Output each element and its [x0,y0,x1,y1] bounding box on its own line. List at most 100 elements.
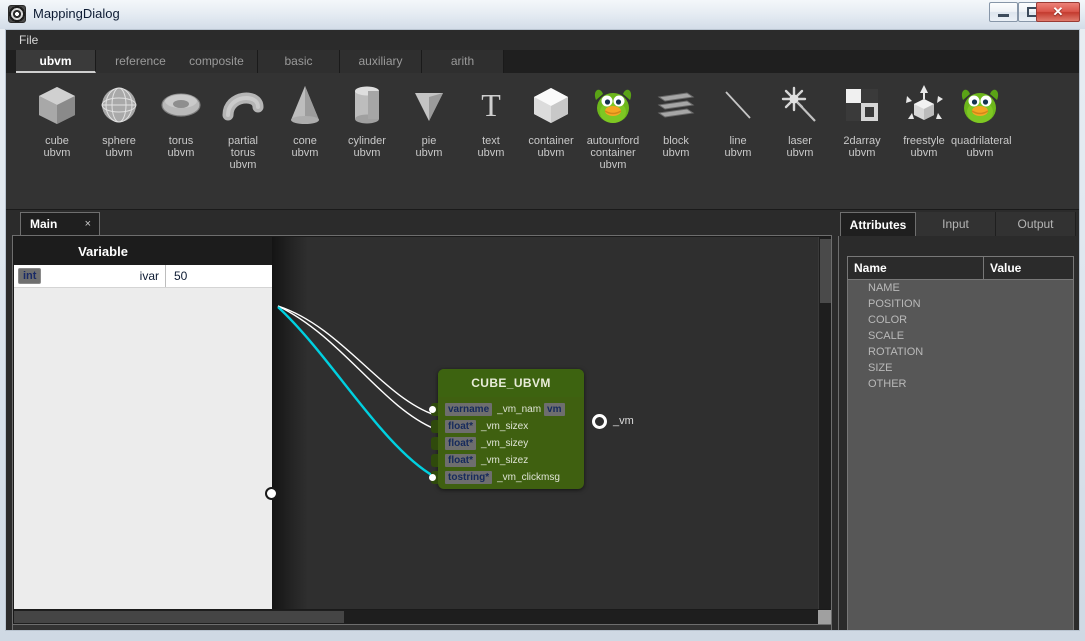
app-target-icon [8,5,26,23]
palette-item-sphere[interactable]: sphere ubvm [90,79,148,159]
attributes-body: Name Value NAME POSITION COLOR SCALE ROTATIO… [838,236,1079,630]
editor-tab-strip: Main × [12,212,832,236]
node-port-row[interactable]: float* _vm_sizey [431,436,584,451]
duck-icon [951,79,1009,131]
palette-item-label: laser ubvm [786,135,814,159]
node-port-row[interactable]: float* _vm_sizez [431,453,584,468]
app-window: MappingDialog ✕ File ubvm reference compos… [0,0,1085,641]
node-input-socket[interactable] [429,474,436,481]
canvas-vertical-scrollbar[interactable] [818,237,831,609]
category-tab-basic[interactable]: basic [258,50,340,73]
palette-item-container[interactable]: container ubvm [522,79,580,159]
node-port-type: float* [445,454,476,467]
node-title: CUBE_UBVM [438,369,584,397]
attributes-row[interactable]: SIZE [848,360,1073,376]
palette-item-label: cone ubvm [291,135,319,159]
node-port-row[interactable]: float* _vm_sizex [431,419,584,434]
category-tab-composite[interactable]: composite [176,50,258,73]
palette-item-cube[interactable]: cube ubvm [28,79,86,159]
canvas-horizontal-scrollbar-thumb[interactable] [14,611,344,623]
palette-item-block[interactable]: block ubvm [647,79,705,159]
node-palette: cube ubvm sphere ubvm torus ubvm partial to… [6,73,1079,210]
close-icon: ✕ [1052,4,1064,19]
variable-panel: Variable int ivar 50 [14,237,272,609]
palette-item-label: torus ubvm [167,135,195,159]
2darray-icon [833,79,891,131]
palette-item-label: block ubvm [662,135,690,159]
category-tab-auxiliary[interactable]: auxiliary [340,50,422,73]
node-output-socket[interactable] [592,414,607,429]
category-tab-arith[interactable]: arith [422,50,504,73]
node-port-rows: varname _vm_nam vm float* _vm_sizex float* _vm… [429,397,584,485]
attributes-column-value: Value [990,261,1022,275]
variable-value: 50 [174,269,188,283]
tab-main[interactable]: Main × [20,212,100,235]
editor-body: Variable int ivar 50 CUBE_UBVM varname _vm_… [12,235,832,625]
canvas-horizontal-scrollbar[interactable] [14,610,831,624]
palette-item-pie[interactable]: pie ubvm [400,79,458,159]
sphere-icon [90,79,148,131]
node-port-name: _vm_sizez [481,455,529,466]
node-port-name: _vm_clickmsg [497,472,560,483]
attributes-table-rows: NAME POSITION COLOR SCALE ROTATION SIZE OTHER [848,280,1073,392]
close-button[interactable]: ✕ [1036,2,1080,22]
palette-item-cone[interactable]: cone ubvm [276,79,334,159]
node-port-type: tostring* [445,471,493,484]
attributes-row-name: COLOR [868,314,908,326]
attributes-row[interactable]: COLOR [848,312,1073,328]
node-port-row[interactable]: varname _vm_nam vm [429,402,584,417]
minimize-button[interactable] [989,2,1018,22]
node-port-row[interactable]: tostring* _vm_clickmsg [429,470,584,485]
title-bar: MappingDialog ✕ [0,0,1085,29]
palette-item-line[interactable]: line ubvm [709,79,767,159]
palette-item-2darray[interactable]: 2darray ubvm [833,79,891,159]
palette-item-cylinder[interactable]: cylinder ubvm [338,79,396,159]
cone-icon [276,79,334,131]
attributes-row[interactable]: ROTATION [848,344,1073,360]
palette-item-label: quadrilateral ubvm [951,135,1012,159]
palette-item-quadrilateral[interactable]: quadrilateral ubvm [951,79,1012,159]
palette-item-autounford[interactable]: autounford container ubvm [584,79,642,171]
attributes-tab-output[interactable]: Output [996,212,1076,236]
app-content: File ubvm reference composite basic auxiliar… [5,29,1080,631]
graph-canvas[interactable]: CUBE_UBVM varname _vm_nam vm float* _vm_size… [272,237,818,609]
node-port-type: float* [445,420,476,433]
node-port-name: _vm_sizey [481,438,529,449]
tab-main-close-icon[interactable]: × [85,213,91,235]
attributes-row[interactable]: POSITION [848,296,1073,312]
variable-value-cell[interactable]: 50 [166,265,272,287]
variable-type-cell[interactable]: int ivar [14,265,166,287]
attributes-row[interactable]: OTHER [848,376,1073,392]
palette-item-laser[interactable]: laser ubvm [771,79,829,159]
attributes-table: Name Value NAME POSITION COLOR SCALE ROTATIO… [847,256,1074,630]
palette-item-text[interactable]: Ttext ubvm [462,79,520,159]
node-cube-ubvm[interactable]: CUBE_UBVM varname _vm_nam vm float* _vm_size… [429,369,634,489]
palette-item-label: cube ubvm [43,135,71,159]
variable-output-socket[interactable] [265,487,278,500]
variable-header-label: Variable [78,243,128,259]
node-port-nub [431,437,438,450]
attributes-row[interactable]: SCALE [848,328,1073,344]
node-input-socket[interactable] [429,406,436,413]
attributes-column-name: Name [848,257,984,279]
apply-bar: Apply [12,625,832,630]
category-tab-reference[interactable]: reference [96,50,186,73]
editor-area: Main × Variable int ivar 50 CUBE_UBVM va… [12,212,832,625]
palette-item-freestyle[interactable]: freestyle ubvm [895,79,953,159]
laser-icon [771,79,829,131]
menu-item-file[interactable]: File [14,30,43,50]
attributes-table-head: Name Value [848,257,1073,280]
attributes-tab-attributes[interactable]: Attributes [840,212,916,236]
palette-item-torus[interactable]: torus ubvm [152,79,210,159]
category-tab-ubvm[interactable]: ubvm [16,50,96,73]
node-port-type: float* [445,437,476,450]
palette-item-partial[interactable]: partial torus ubvm [214,79,272,171]
palette-item-label: container ubvm [528,135,574,159]
attributes-tab-input[interactable]: Input [916,212,996,236]
palette-item-label: 2darray ubvm [843,135,881,159]
variable-row[interactable]: int ivar 50 [14,265,272,288]
attributes-row[interactable]: NAME [848,280,1073,296]
attributes-row-name: NAME [868,282,900,294]
container-icon [522,79,580,131]
canvas-vertical-scrollbar-thumb[interactable] [820,239,831,303]
